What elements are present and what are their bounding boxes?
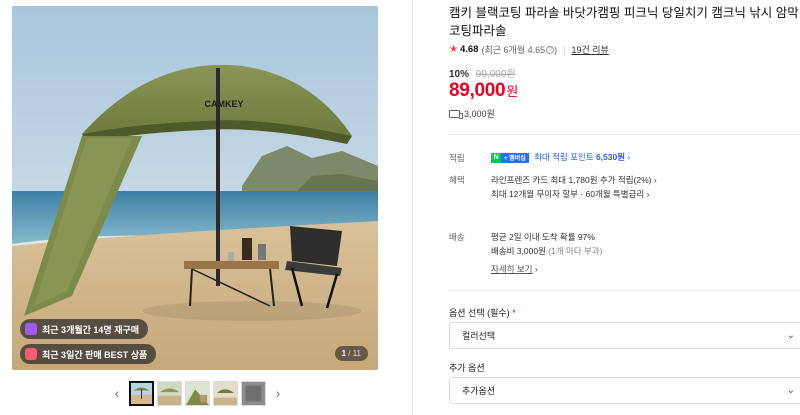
- thumbnail-3-image: [186, 381, 209, 405]
- color-option-select[interactable]: 컬러선택 ⌄: [449, 322, 800, 349]
- delivery-fee: 배송비 3,000원 (1개 마다 부과): [491, 245, 603, 257]
- thumbnail-2-image: [158, 381, 181, 405]
- extra-option-select[interactable]: 추가옵션 ⌄: [449, 377, 800, 404]
- chevron-right-icon: ›: [275, 385, 281, 401]
- repurchase-badge: 최근 3개월간 14명 재구매: [20, 319, 149, 339]
- sale-price-currency: 원: [506, 84, 519, 99]
- chevron-down-icon: ⌄: [786, 330, 795, 341]
- shipping-fee-value: 3,000원: [464, 109, 495, 119]
- thumb-next-button[interactable]: ›: [269, 380, 287, 406]
- perks-label: 혜택: [449, 175, 465, 185]
- thumbnail-1-image: [131, 382, 152, 404]
- card-perk-link[interactable]: 라인프렌즈 카드 최대 1,780원 추가 적립(2%) ›: [491, 174, 657, 186]
- required-option-label: 옵션 선택 (필수) *: [449, 306, 516, 319]
- delivery-fee-suffix: (1개 마다 부과): [548, 246, 603, 256]
- image-counter-current: 1: [341, 349, 347, 358]
- card-perk-text: 라인프렌즈 카드 최대 1,780원 추가 적립(2%): [491, 175, 652, 185]
- extra-option-label: 추가 옵션: [449, 363, 485, 373]
- thumbnail-strip: ‹ ›: [108, 380, 287, 406]
- chevron-right-icon: ›: [646, 189, 650, 199]
- shipping-fee-summary: 3,000원: [449, 107, 495, 120]
- thumbnail-3[interactable]: [185, 380, 210, 406]
- rating-recent-close: ): [554, 44, 558, 55]
- rating-summary: ★ 4.68 (최근 6개월 4.65 ? ) | 19건 리뷰: [449, 43, 609, 56]
- thumbnail-4[interactable]: [213, 380, 238, 406]
- thumbnail-5[interactable]: [241, 380, 266, 406]
- image-counter-total: / 11: [348, 349, 361, 358]
- max-points-text: 최대 적립 포인트: [534, 152, 594, 162]
- max-points-value: 6,530원: [595, 152, 626, 162]
- truck-icon: [449, 109, 463, 119]
- delivery-label: 배송: [449, 232, 465, 242]
- npay-plus-badge: + 멤버십: [501, 152, 529, 163]
- chevron-right-icon: ›: [627, 152, 631, 162]
- discount-rate: 10%: [449, 69, 470, 80]
- bag-icon: [25, 323, 37, 335]
- best-seller-badge: 최근 3일간 판매 BEST 상품: [20, 344, 157, 364]
- installment-perk-text: 최대 12개월 무이자 할부 · 60개월 특별금리: [491, 189, 645, 199]
- thumb-prev-button[interactable]: ‹: [108, 380, 126, 406]
- required-option-text: 옵션 선택 (필수): [449, 308, 510, 318]
- installment-perk-link[interactable]: 최대 12개월 무이자 할부 · 60개월 특별금리 ›: [491, 188, 649, 200]
- info-icon[interactable]: ?: [546, 45, 555, 54]
- original-price: 99,000원: [475, 69, 516, 80]
- delivery-arrival: 평균 2일 이내 도착 확률 97%: [491, 232, 595, 242]
- delivery-fee-prefix: 배송비 3,000원: [491, 246, 546, 256]
- product-main-image[interactable]: CAMKEY 최근 3개월간 14명 재구매 최근 3일간 판매 BEST 상품: [12, 6, 378, 370]
- sale-price-value: 89,000: [449, 80, 506, 101]
- points-row[interactable]: N + 멤버십 최대 적립 포인트 6,530원 ›: [491, 151, 630, 163]
- image-counter: 1 / 11: [334, 346, 368, 361]
- thumbnail-2[interactable]: [157, 380, 182, 406]
- review-count-link[interactable]: 19건 리뷰: [571, 43, 608, 56]
- thumbnail-4-image: [214, 381, 237, 405]
- rating-score: 4.68: [459, 44, 479, 55]
- star-icon: ★: [449, 44, 458, 55]
- thumbnail-5-image: [242, 381, 265, 405]
- delivery-detail-link[interactable]: 자세히 보기 ›: [491, 263, 538, 275]
- npay-n-badge: N: [491, 152, 501, 163]
- chevron-left-icon: ‹: [114, 385, 120, 401]
- divider: [449, 290, 800, 291]
- thumbnail-1[interactable]: [129, 380, 154, 406]
- gift-icon: [25, 348, 37, 360]
- delivery-detail-text: 자세히 보기: [491, 264, 533, 274]
- sale-price: 89,000원: [449, 80, 518, 102]
- best-seller-badge-text: 최근 3일간 판매 BEST 상품: [42, 349, 148, 360]
- points-label: 적립: [449, 153, 465, 163]
- divider: [449, 134, 800, 135]
- required-mark: *: [512, 308, 516, 318]
- product-info-panel: 캠키 블랙코팅 파라솔 바닷가캠핑 피크닉 당일치기 캠크닉 낚시 암막코팅파라…: [412, 0, 800, 415]
- max-points-link[interactable]: 최대 적립 포인트 6,530원 ›: [534, 152, 630, 162]
- chevron-right-icon: ›: [534, 264, 538, 274]
- npay-membership-badge: N + 멤버십: [491, 152, 529, 163]
- extra-option-value: 추가옵션: [462, 386, 496, 396]
- chevron-right-icon: ›: [653, 175, 657, 185]
- discount-line: 10% 99,000원: [449, 65, 516, 80]
- rating-recent: (최근 6개월 4.65: [481, 45, 546, 55]
- color-option-value: 컬러선택: [462, 331, 496, 341]
- chevron-down-icon: ⌄: [786, 385, 795, 396]
- repurchase-badge-text: 최근 3개월간 14명 재구매: [42, 324, 140, 335]
- canopy-brand-text: CAMKEY: [204, 99, 243, 109]
- rating-separator: |: [563, 44, 566, 55]
- product-title: 캠키 블랙코팅 파라솔 바닷가캠핑 피크닉 당일치기 캠크닉 낚시 암막코팅파라…: [449, 6, 799, 38]
- beach-parasol-photo: CAMKEY: [12, 6, 378, 370]
- product-gallery: CAMKEY 최근 3개월간 14명 재구매 최근 3일간 판매 BEST 상품: [0, 0, 400, 415]
